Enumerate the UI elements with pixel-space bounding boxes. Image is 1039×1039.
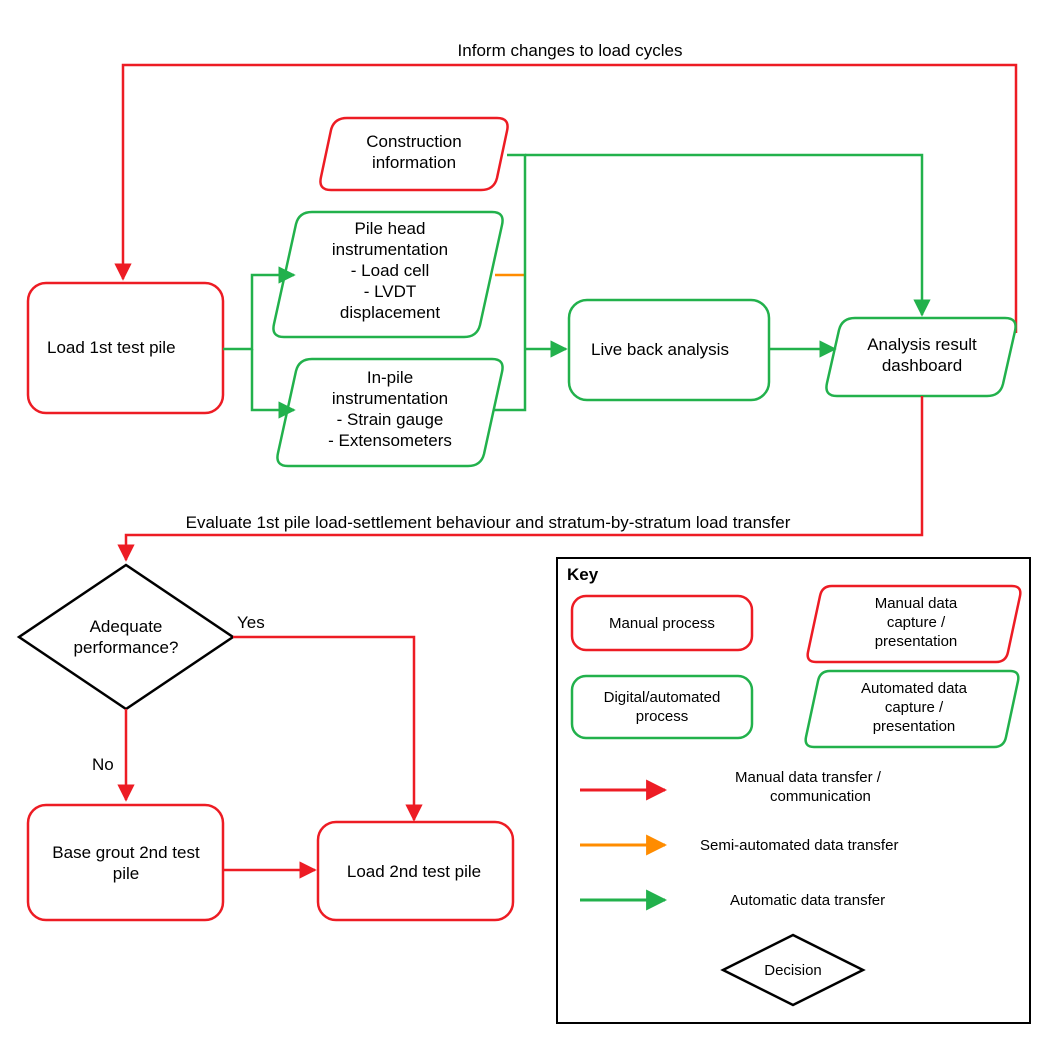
label-inpile-1: In-pile bbox=[367, 368, 413, 387]
label-pilehead-4: - LVDT bbox=[364, 282, 417, 301]
label-inform-changes: Inform changes to load cycles bbox=[458, 41, 683, 60]
label-construction-1: Construction bbox=[366, 132, 461, 151]
edge-load1-fork2 bbox=[252, 349, 294, 410]
label-pilehead-3: - Load cell bbox=[351, 261, 429, 280]
edge-inform-changes bbox=[123, 65, 1016, 333]
legend-manual-process-label: Manual process bbox=[609, 615, 715, 632]
legend-title: Key bbox=[567, 565, 599, 584]
legend-manual-data-2: capture / bbox=[887, 614, 946, 631]
legend-manual-transfer-1: Manual data transfer / bbox=[735, 769, 882, 786]
label-inpile-4: - Extensometers bbox=[328, 431, 452, 450]
label-pilehead-5: displacement bbox=[340, 303, 440, 322]
node-base-grout-2nd-test-pile bbox=[28, 805, 223, 920]
legend-auto-data-2: capture / bbox=[885, 699, 944, 716]
legend-digital-1: Digital/automated bbox=[604, 689, 721, 706]
label-evaluate: Evaluate 1st pile load-settlement behavi… bbox=[186, 513, 791, 532]
label-no: No bbox=[92, 755, 114, 774]
label-liveback: Live back analysis bbox=[591, 340, 729, 359]
label-pilehead-2: instrumentation bbox=[332, 240, 448, 259]
legend-auto-data-3: presentation bbox=[873, 718, 956, 735]
legend-decision-label: Decision bbox=[764, 962, 822, 979]
edge-construction-to-dashboard bbox=[525, 155, 922, 315]
label-inpile-3: - Strain gauge bbox=[337, 410, 444, 429]
legend-manual-transfer-2: communication bbox=[770, 788, 871, 805]
label-basegrout-2: pile bbox=[113, 864, 139, 883]
legend-auto-data-1: Automated data bbox=[861, 680, 968, 697]
legend-auto-transfer: Automatic data transfer bbox=[730, 892, 885, 909]
label-load-1st: Load 1st test pile bbox=[47, 338, 176, 357]
label-basegrout-1: Base grout 2nd test bbox=[52, 843, 200, 862]
node-decision-adequate-performance bbox=[19, 565, 233, 709]
edge-dashboard-to-decision bbox=[126, 396, 922, 560]
legend-semi-auto: Semi-automated data transfer bbox=[700, 837, 898, 854]
legend-digital-process bbox=[572, 676, 752, 738]
edge-yes bbox=[233, 637, 414, 820]
label-load2: Load 2nd test pile bbox=[347, 862, 481, 881]
legend-manual-data-1: Manual data bbox=[875, 595, 958, 612]
label-decision-2: performance? bbox=[74, 638, 179, 657]
label-pilehead-1: Pile head bbox=[355, 219, 426, 238]
label-inpile-2: instrumentation bbox=[332, 389, 448, 408]
flowchart-diagram: Inform changes to load cycles Load 1st t… bbox=[0, 0, 1039, 1039]
legend-digital-2: process bbox=[636, 708, 689, 725]
label-decision-1: Adequate bbox=[90, 617, 163, 636]
label-yes: Yes bbox=[237, 613, 265, 632]
label-dashboard-2: dashboard bbox=[882, 356, 962, 375]
legend-manual-data-3: presentation bbox=[875, 633, 958, 650]
label-construction-2: information bbox=[372, 153, 456, 172]
label-dashboard-1: Analysis result bbox=[867, 335, 977, 354]
